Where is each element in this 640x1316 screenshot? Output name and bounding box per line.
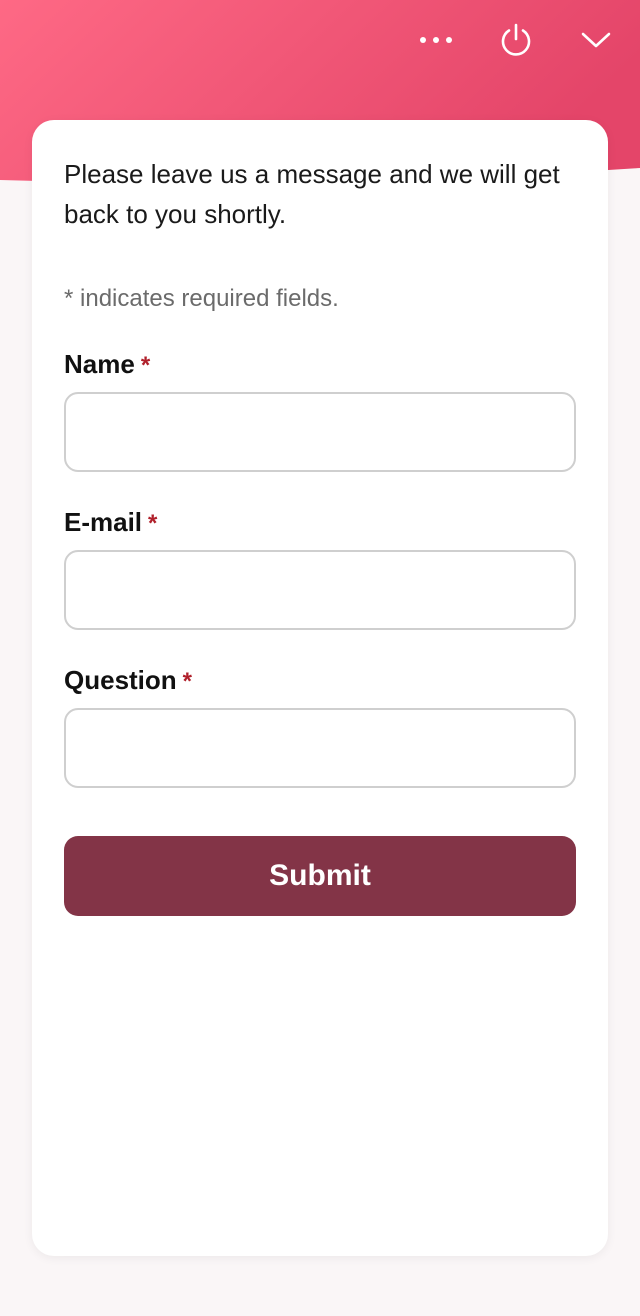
more-options-button[interactable] [408, 18, 464, 62]
email-label: E-mail [64, 507, 143, 537]
minimize-button[interactable] [568, 18, 624, 62]
question-input[interactable] [64, 708, 576, 788]
question-label: Question [64, 665, 177, 695]
name-label-row: Name * [64, 348, 576, 382]
question-required-mark: * [182, 668, 193, 695]
name-input[interactable] [64, 392, 576, 472]
more-options-icon [420, 37, 452, 43]
power-button[interactable] [488, 18, 544, 62]
name-field-group: Name * [64, 348, 576, 472]
email-input[interactable] [64, 550, 576, 630]
email-field-group: E-mail * [64, 506, 576, 630]
name-required-mark: * [140, 352, 151, 379]
power-icon [501, 23, 531, 56]
name-label: Name [64, 349, 135, 379]
header-actions [408, 18, 624, 62]
required-fields-note: * indicates required fields. [64, 285, 339, 312]
question-label-row: Question * [64, 664, 576, 698]
submit-button[interactable]: Submit [64, 836, 576, 916]
chevron-down-icon [581, 32, 611, 48]
email-label-row: E-mail * [64, 506, 576, 540]
intro-text: Please leave us a message and we will ge… [64, 159, 560, 229]
email-required-mark: * [148, 510, 158, 537]
contact-form-card: Please leave us a message and we will ge… [32, 120, 608, 1256]
question-field-group: Question * [64, 664, 576, 788]
